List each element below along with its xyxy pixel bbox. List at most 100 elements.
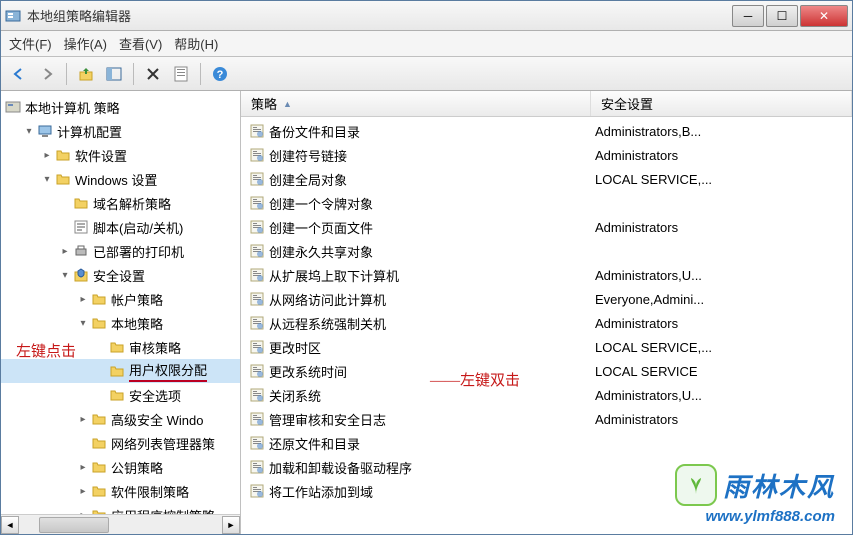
tree-item[interactable]: ▾ 计算机配置 [1, 119, 240, 143]
tree-item[interactable]: ▸ 软件限制策略 [1, 479, 240, 503]
script-icon [73, 219, 89, 235]
tree-item-label: 计算机配置 [57, 122, 122, 141]
policy-cell: 创建一个令牌对象 [241, 194, 591, 213]
list-row[interactable]: 更改系统时间LOCAL SERVICE [241, 359, 852, 383]
security-cell: Administrators [591, 412, 852, 427]
list-row[interactable]: 从网络访问此计算机Everyone,Admini... [241, 287, 852, 311]
menu-file[interactable]: 文件(F) [9, 34, 52, 53]
expander-icon[interactable] [77, 437, 89, 449]
properties-button[interactable] [169, 62, 193, 86]
forward-button[interactable] [35, 62, 59, 86]
menu-help[interactable]: 帮助(H) [174, 34, 218, 53]
folder-icon [73, 195, 89, 211]
list-row[interactable]: 创建符号链接Administrators [241, 143, 852, 167]
tree-item[interactable]: 网络列表管理器策 [1, 431, 240, 455]
tree-item[interactable]: ▾ 本地策略 [1, 311, 240, 335]
folder-icon [91, 459, 107, 475]
tree-item-label: 软件限制策略 [111, 482, 189, 501]
column-security[interactable]: 安全设置 [591, 91, 852, 116]
close-button[interactable]: ✕ [800, 5, 848, 27]
tree-body[interactable]: 本地计算机 策略 ▾ 计算机配置 ▸软件设置 ▾ Windows 设置 域名解析策略 脚本… [1, 91, 240, 514]
folder-icon [91, 435, 107, 451]
help-button[interactable]: ? [208, 62, 232, 86]
expander-icon[interactable]: ▾ [41, 173, 53, 185]
tree-item[interactable]: ▾安全设置 [1, 263, 240, 287]
expander-icon[interactable]: ▸ [77, 485, 89, 497]
scroll-left-button[interactable]: ◄ [1, 516, 19, 534]
expander-icon[interactable]: ▸ [77, 413, 89, 425]
tree-item[interactable]: ▸帐户策略 [1, 287, 240, 311]
folder-icon [109, 363, 125, 379]
list-row[interactable]: 更改时区LOCAL SERVICE,... [241, 335, 852, 359]
tree-item[interactable]: ▸软件设置 [1, 143, 240, 167]
delete-button[interactable] [141, 62, 165, 86]
tree-item[interactable]: 域名解析策略 [1, 191, 240, 215]
folder-icon [109, 339, 125, 355]
tree-item[interactable]: 用户权限分配 [1, 359, 240, 383]
policy-cell: 从扩展坞上取下计算机 [241, 266, 591, 285]
list-row[interactable]: 创建永久共享对象 [241, 239, 852, 263]
up-button[interactable] [74, 62, 98, 86]
computer-icon [37, 123, 53, 139]
policy-name: 还原文件和目录 [269, 434, 360, 453]
policy-cell: 加载和卸载设备驱动程序 [241, 458, 591, 477]
list-row[interactable]: 从远程系统强制关机Administrators [241, 311, 852, 335]
list-row[interactable]: 备份文件和目录Administrators,B... [241, 119, 852, 143]
show-hide-tree-button[interactable] [102, 62, 126, 86]
policy-name: 从远程系统强制关机 [269, 314, 386, 333]
expander-icon[interactable]: ▾ [59, 269, 71, 281]
tree-root[interactable]: 本地计算机 策略 [1, 95, 240, 119]
list-row[interactable]: 还原文件和目录 [241, 431, 852, 455]
folder-icon [91, 291, 107, 307]
tree-item[interactable]: 审核策略 [1, 335, 240, 359]
scroll-track[interactable] [19, 516, 222, 534]
list-row[interactable]: 创建一个令牌对象 [241, 191, 852, 215]
expander-icon[interactable] [95, 389, 107, 401]
tree-item[interactable]: ▸应用程序控制策略 [1, 503, 240, 514]
menu-view[interactable]: 查看(V) [119, 34, 162, 53]
scroll-right-button[interactable]: ► [222, 516, 240, 534]
security-cell: Administrators,U... [591, 268, 852, 283]
tree-item[interactable]: 安全选项 [1, 383, 240, 407]
menu-action[interactable]: 操作(A) [64, 34, 107, 53]
tree-item[interactable]: 脚本(启动/关机) [1, 215, 240, 239]
expander-icon[interactable]: ▸ [77, 461, 89, 473]
expander-icon[interactable]: ▾ [23, 125, 35, 137]
policy-name: 从扩展坞上取下计算机 [269, 266, 399, 285]
tree-item[interactable]: ▸已部署的打印机 [1, 239, 240, 263]
list-row[interactable]: 创建全局对象LOCAL SERVICE,... [241, 167, 852, 191]
tree-item[interactable]: ▸公钥策略 [1, 455, 240, 479]
minimize-button[interactable]: ─ [732, 5, 764, 27]
expander-icon[interactable]: ▸ [41, 149, 53, 161]
policy-name: 创建一个页面文件 [269, 218, 373, 237]
expander-icon[interactable] [59, 221, 71, 233]
expander-icon[interactable] [59, 197, 71, 209]
tree-item[interactable]: ▾ Windows 设置 [1, 167, 240, 191]
expander-icon[interactable]: ▸ [77, 293, 89, 305]
scroll-thumb[interactable] [39, 517, 109, 533]
policy-name: 关闭系统 [269, 386, 321, 405]
expander-icon[interactable]: ▸ [77, 509, 89, 514]
list-row[interactable]: 管理审核和安全日志Administrators [241, 407, 852, 431]
expander-icon[interactable]: ▾ [77, 317, 89, 329]
tree-item[interactable]: ▸高级安全 Windo [1, 407, 240, 431]
app-window: 本地组策略编辑器 ─ ☐ ✕ 文件(F) 操作(A) 查看(V) 帮助(H) ?… [0, 0, 853, 535]
horizontal-scrollbar[interactable]: ◄ ► [1, 514, 240, 534]
list-row[interactable]: 从扩展坞上取下计算机 Administrators,U... [241, 263, 852, 287]
expander-icon[interactable] [95, 341, 107, 353]
expander-icon[interactable] [95, 365, 107, 377]
folder-icon [91, 483, 107, 499]
policy-cell: 关闭系统 [241, 386, 591, 405]
menubar: 文件(F) 操作(A) 查看(V) 帮助(H) [1, 31, 852, 57]
list-row[interactable]: 关闭系统Administrators,U... [241, 383, 852, 407]
list-row[interactable]: 创建一个页面文件Administrators [241, 215, 852, 239]
maximize-button[interactable]: ☐ [766, 5, 798, 27]
back-button[interactable] [7, 62, 31, 86]
sort-asc-icon: ▲ [283, 99, 292, 109]
policy-name: 备份文件和目录 [269, 122, 360, 141]
column-policy[interactable]: 策略▲ [241, 91, 591, 116]
tree-item-label: 本地策略 [111, 314, 163, 333]
tree-item-label: Windows 设置 [75, 170, 157, 189]
column-security-label: 安全设置 [601, 94, 653, 113]
expander-icon[interactable]: ▸ [59, 245, 71, 257]
